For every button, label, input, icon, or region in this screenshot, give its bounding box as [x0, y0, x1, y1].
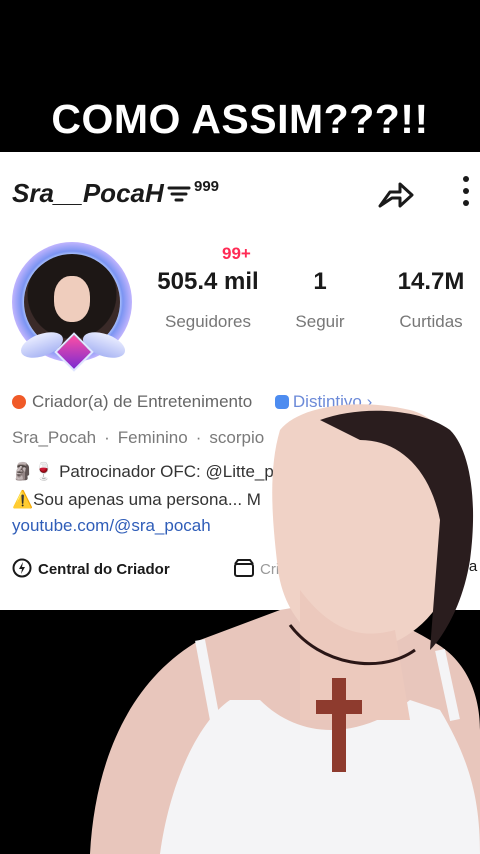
stat-followers[interactable]: 505.4 mil Seguidores — [150, 268, 266, 332]
bio-line-2: ⚠️Sou apenas uma persona... M — [12, 490, 261, 510]
distinctive-link[interactable]: Distintivo › — [274, 392, 372, 411]
profile-card: Sra__PocaH 999 99+ 505.4 mil Seguidores … — [0, 152, 480, 610]
bio-line-2-text: Sou apenas uma persona... M — [33, 490, 261, 509]
profile-gender: Feminino — [117, 428, 188, 447]
profile-username: Sra__PocaH — [12, 178, 164, 208]
share-icon[interactable] — [376, 176, 416, 212]
profile-info-row: Sra_Pocah · Feminino · scorpio — [12, 428, 265, 447]
video-caption: COMO ASSIM???!! — [51, 96, 429, 142]
shop-label: Cri — [260, 561, 280, 578]
shop-icon — [234, 559, 254, 577]
category-label: Criador(a) de Entretenimento — [32, 392, 253, 411]
warning-icon: ⚠️ — [12, 490, 34, 509]
notification-badge: 99+ — [222, 244, 251, 263]
profile-link[interactable]: youtube.com/@sra_pocah — [12, 516, 211, 536]
stat-following-label: Seguir — [295, 312, 345, 331]
creator-center-label: Central do Criador — [38, 561, 170, 578]
lightning-circle-icon — [12, 558, 32, 578]
rank-badge: 999 — [194, 178, 220, 195]
stat-followers-label: Seguidores — [164, 312, 251, 331]
profile-handle: Sra_Pocah — [12, 428, 97, 447]
creator-center-button[interactable]: Central do Criador — [12, 558, 170, 578]
stat-following[interactable]: 1 Seguir — [286, 268, 354, 332]
more-options-icon[interactable] — [460, 174, 472, 210]
category-row: Criador(a) de Entretenimento Distintivo … — [12, 392, 372, 412]
distinctive-icon — [274, 395, 289, 409]
stat-likes-value: 14.7M — [397, 268, 465, 295]
stat-likes-label: Curtidas — [399, 312, 463, 331]
kwai-button[interactable]: Kwa — [448, 558, 477, 575]
moai-wine-emoji-icon: 🗿🍷 — [12, 462, 60, 481]
shop-button[interactable]: Cri — [232, 558, 279, 578]
profile-sign: scorpio — [209, 428, 265, 447]
bio-line-1: 🗿🍷 Patrocinador OFC: @Litte_p — [12, 462, 274, 482]
profile-avatar[interactable] — [6, 234, 142, 372]
stat-likes[interactable]: 14.7M Curtidas — [386, 268, 476, 332]
stat-followers-value: 505.4 mil — [157, 268, 259, 295]
signal-icon — [167, 186, 191, 202]
bio-line-1-text: Patrocinador OFC: @Litte_p — [59, 462, 274, 481]
stat-following-value: 1 — [313, 268, 327, 295]
distinctive-label: Distintivo — [292, 392, 362, 411]
creator-check-icon — [12, 395, 26, 409]
